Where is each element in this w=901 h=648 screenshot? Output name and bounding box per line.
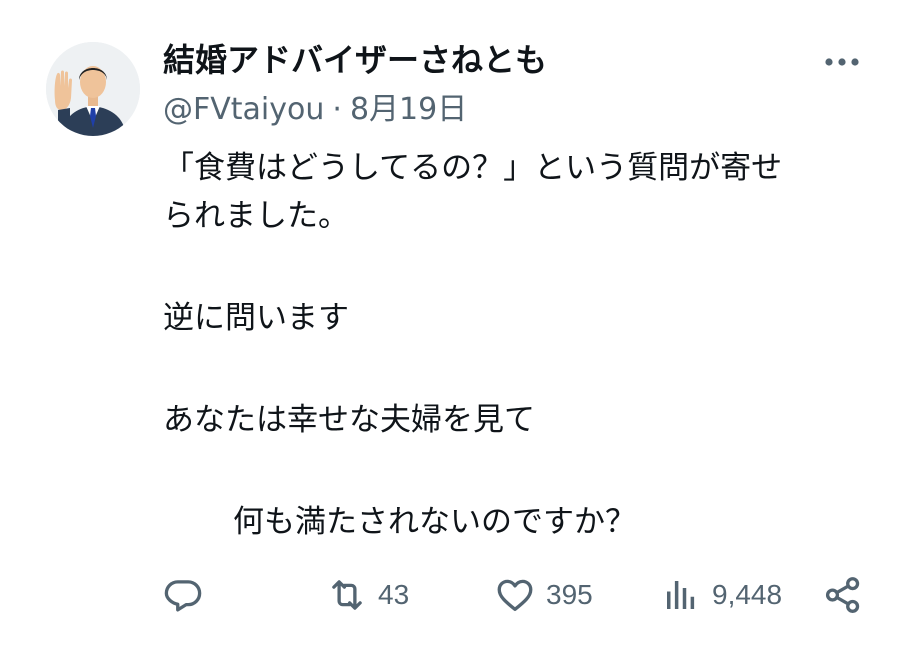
author-handle[interactable]: @FVtaiyou <box>163 92 324 127</box>
more-button[interactable] <box>818 45 866 79</box>
like-count: 395 <box>546 579 593 610</box>
reply-icon <box>164 580 202 612</box>
tweet-line: 「食費はどうしてるの？」という質問が寄せ <box>163 150 783 186</box>
tweet-line: 何も満たされないのですか？ <box>233 504 636 540</box>
tweet-line: られました。 <box>163 198 349 234</box>
heart-icon <box>497 579 533 612</box>
reply-button[interactable] <box>162 570 214 620</box>
retweet-icon <box>332 580 362 610</box>
tweet-text: 「食費はどうしてるの？」という質問が寄せ られました。 逆に問います あなたは幸… <box>163 144 883 546</box>
more-dots-icon <box>825 58 859 66</box>
tweet-actions: 43 395 9,448 <box>0 570 901 620</box>
tweet-date[interactable]: 8月19日 <box>350 92 467 127</box>
meta-separator: · <box>332 92 342 127</box>
like-button[interactable]: 395 <box>494 570 593 620</box>
retweet-button[interactable]: 43 <box>326 570 409 620</box>
retweet-count: 43 <box>378 579 410 610</box>
views-button[interactable]: 9,448 <box>660 570 782 620</box>
views-bar-chart-icon <box>667 581 695 609</box>
tweet-line: 逆に問います <box>163 300 349 336</box>
share-icon <box>825 577 860 613</box>
share-button[interactable] <box>822 570 864 620</box>
author-display-name[interactable]: 結婚アドバイザーさねとも <box>163 38 547 82</box>
tweet-line: あなたは幸せな夫婦を見て <box>163 402 535 438</box>
person-raising-hand-avatar-icon <box>46 42 140 136</box>
tweet-meta: @FVtaiyou · 8月19日 <box>163 88 467 132</box>
avatar[interactable] <box>46 42 140 136</box>
views-count: 9,448 <box>712 579 783 610</box>
